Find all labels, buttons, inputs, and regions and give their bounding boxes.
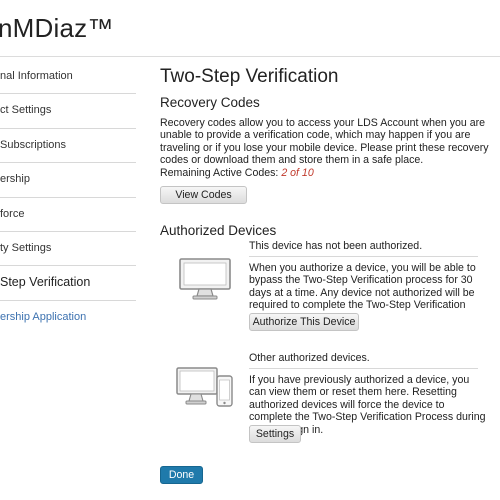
device-status-divider [249, 256, 478, 257]
device-status-text: This device has not been authorized. [249, 240, 423, 252]
sidebar-item-subscriptions[interactable]: Subscriptions [0, 129, 136, 164]
remaining-codes-count: 2 of 10 [281, 167, 314, 179]
sidebar-item-security-settings[interactable]: ty Settings [0, 232, 136, 267]
recovery-codes-heading: Recovery Codes [160, 95, 260, 110]
authorize-this-device-button[interactable]: Authorize This Device [249, 313, 359, 331]
view-codes-button[interactable]: View Codes [160, 186, 247, 204]
sidebar-item-membership[interactable]: ership [0, 163, 136, 198]
sidebar-nav: nal Information ct Settings Subscription… [0, 60, 136, 335]
sidebar-item-two-step-verification[interactable]: Step Verification [0, 266, 136, 301]
header-divider [0, 56, 500, 57]
remaining-codes-line: Remaining Active Codes: 2 of 10 [160, 167, 314, 179]
sidebar-item-workforce[interactable]: force [0, 198, 136, 232]
done-button[interactable]: Done [160, 466, 203, 484]
other-devices-heading: Other authorized devices. [249, 352, 370, 364]
other-devices-divider [249, 368, 478, 369]
authorized-devices-heading: Authorized Devices [160, 223, 277, 238]
sidebar-item-personal-information[interactable]: nal Information [0, 60, 136, 95]
sidebar-item-account-settings[interactable]: ct Settings [0, 94, 136, 129]
page-header-title: nMDiaz™ [0, 13, 114, 43]
sidebar-item-membership-application[interactable]: ership Application [0, 301, 136, 335]
monitor-icon [179, 258, 231, 300]
recovery-codes-description: Recovery codes allow you to access your … [160, 117, 489, 167]
monitor-and-phone-icon [176, 367, 233, 407]
page-title: Two-Step Verification [160, 66, 339, 87]
remaining-codes-label: Remaining Active Codes: [160, 167, 279, 179]
settings-button[interactable]: Settings [249, 425, 301, 443]
